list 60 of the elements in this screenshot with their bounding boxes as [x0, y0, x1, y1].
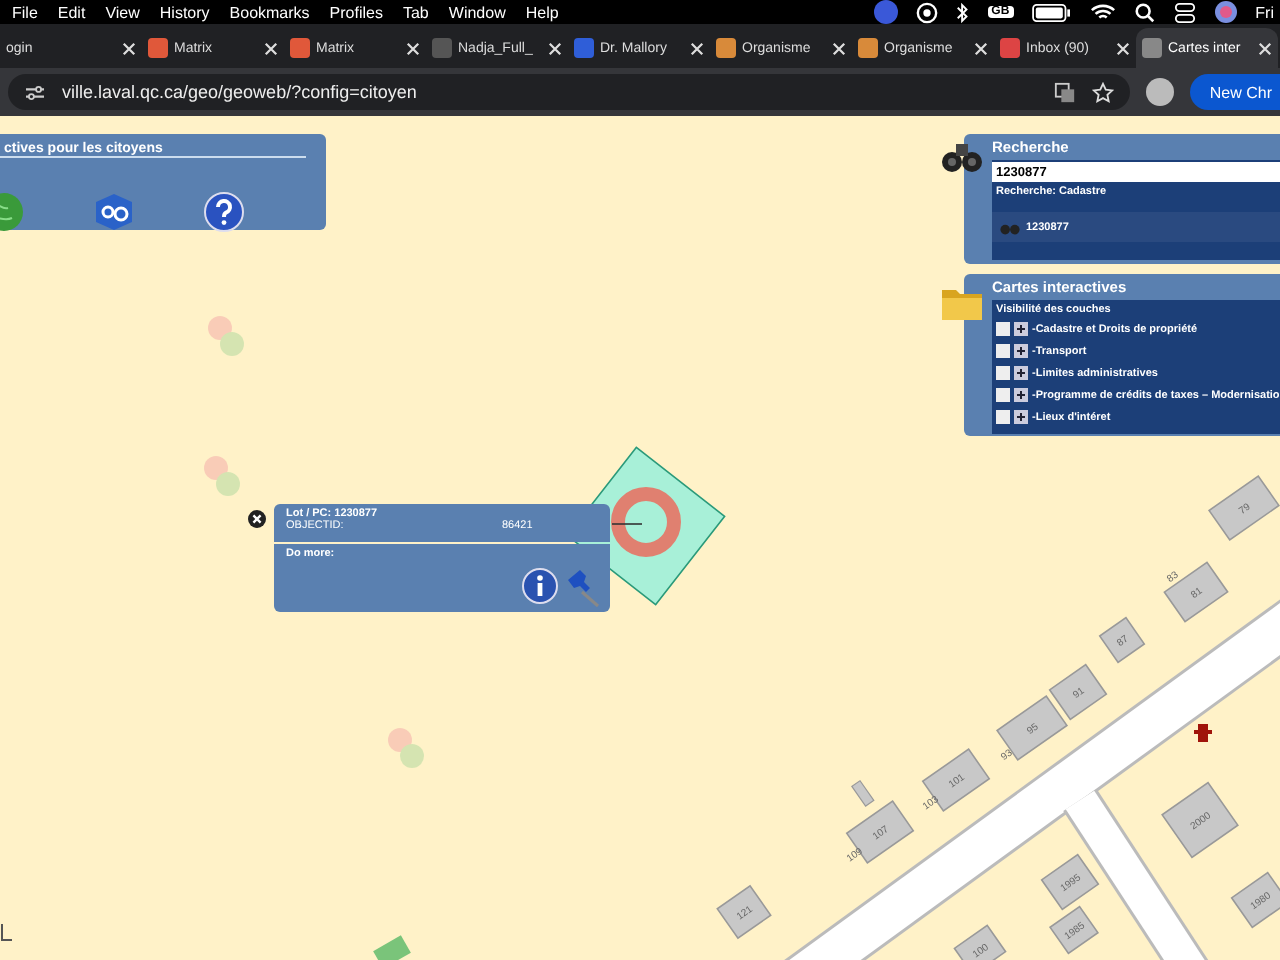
close-icon[interactable] [690, 41, 704, 55]
layer-checkbox[interactable] [996, 366, 1010, 380]
scale-bar [1, 923, 13, 941]
layer-checkbox[interactable] [996, 344, 1010, 358]
menu-item[interactable]: View [105, 3, 140, 21]
bluetooth-icon[interactable] [955, 1, 970, 23]
close-icon[interactable] [548, 41, 562, 55]
new-chrome-button[interactable]: New Chr [1189, 74, 1280, 110]
menu-item[interactable]: Help [525, 3, 559, 21]
favicon-icon [290, 38, 310, 58]
wifi-icon[interactable] [1089, 2, 1116, 22]
close-icon[interactable] [264, 41, 278, 55]
layer-checkbox[interactable] [996, 388, 1010, 402]
favicon-icon [716, 38, 736, 58]
binoculars-icon [940, 138, 984, 174]
menu-item[interactable]: History [159, 3, 210, 21]
menu-item[interactable]: Tab [402, 3, 429, 21]
fire-hydrant-icon [1194, 724, 1212, 742]
info-icon[interactable] [522, 568, 558, 604]
menu-item[interactable]: Window [448, 3, 506, 21]
expand-icon[interactable] [1014, 322, 1028, 336]
menu-item[interactable]: Bookmarks [229, 3, 310, 21]
star-icon[interactable] [1091, 81, 1114, 103]
close-icon[interactable] [406, 41, 420, 55]
favicon-icon [1000, 38, 1020, 58]
help-icon[interactable] [204, 192, 244, 232]
address-field[interactable]: ville.laval.qc.ca/geo/geoweb/?config=citoyen [8, 74, 1130, 110]
menu-item[interactable]: Edit [57, 3, 86, 21]
layer-checkbox[interactable] [996, 410, 1010, 424]
assistant-icon[interactable] [1213, 0, 1238, 24]
selected-marker [611, 487, 681, 557]
profile-icon[interactable] [873, 0, 898, 24]
leader-line [611, 523, 643, 525]
menu-item[interactable]: Profiles [329, 3, 383, 21]
favicon-icon [574, 38, 594, 58]
favicon-icon [1142, 38, 1162, 58]
binoculars-icon [1000, 219, 1020, 235]
clock-text: Fri [1255, 3, 1274, 21]
search-icon[interactable] [1133, 1, 1156, 23]
battery-icon[interactable] [1031, 3, 1072, 21]
expand-icon[interactable] [1014, 366, 1028, 380]
site-settings-icon[interactable] [24, 83, 46, 101]
menu-item[interactable]: File [12, 3, 38, 21]
expand-icon[interactable] [1014, 344, 1028, 358]
close-icon[interactable] [1258, 41, 1272, 55]
expand-icon[interactable] [1014, 388, 1028, 402]
close-icon[interactable] [122, 41, 136, 55]
avatar-icon[interactable] [1145, 78, 1174, 106]
control-center-icon[interactable] [1173, 1, 1196, 23]
close-icon[interactable] [832, 41, 846, 55]
favicon-icon [858, 38, 878, 58]
close-icon[interactable] [1116, 41, 1130, 55]
favicon-icon [148, 38, 168, 58]
expand-icon[interactable] [1014, 410, 1028, 424]
favicon-icon [432, 38, 452, 58]
lawn-patch [373, 935, 411, 960]
translate-icon[interactable] [1053, 81, 1076, 103]
layer-checkbox[interactable] [996, 322, 1010, 336]
close-icon[interactable] [248, 510, 266, 528]
close-icon[interactable] [974, 41, 988, 55]
